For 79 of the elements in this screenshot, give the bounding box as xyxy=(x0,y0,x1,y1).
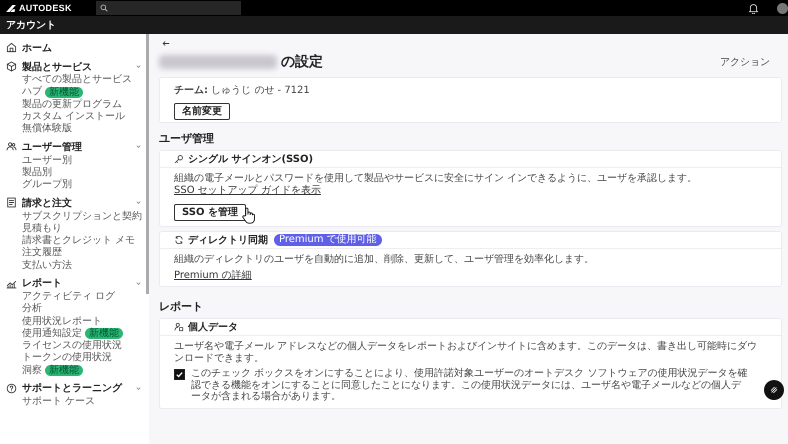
nav-section[interactable]: 製品とサービス xyxy=(6,59,146,74)
premium-badge: Premium で使用可能 xyxy=(274,234,382,246)
sync-icon xyxy=(174,235,184,245)
logo-mark-icon xyxy=(6,4,16,12)
nav-item[interactable]: 見積もり xyxy=(22,222,62,235)
nav-item[interactable]: サポート ケース xyxy=(22,396,96,408)
premium-link[interactable]: Premium の詳細 xyxy=(174,270,252,281)
chevron-icon xyxy=(135,63,142,70)
document-icon xyxy=(6,197,17,208)
nav-item[interactable]: すべての製品とサービス xyxy=(22,74,132,86)
nav-item[interactable]: 製品の更新プログラム xyxy=(22,98,122,111)
chevron-icon xyxy=(135,143,142,150)
nav-item[interactable]: ハブ xyxy=(22,86,42,98)
card-title: 個人データ xyxy=(188,320,238,334)
help-icon xyxy=(6,382,17,394)
brand-name: AUTODESK xyxy=(19,3,72,13)
card-title: ディレクトリ同期 xyxy=(188,234,268,247)
cube-icon xyxy=(6,61,17,72)
nav-section-label: ホーム xyxy=(22,42,52,54)
card-title: シングル サインオン(SSO) xyxy=(188,153,314,166)
description-text: 組織のディレクトリのユーザを自動的に追加、削除、更新して、ユーザ管理を効率化します。 xyxy=(174,254,594,266)
section-heading: ユーザ管理 xyxy=(159,131,215,146)
nav-section[interactable]: ユーザー管理 xyxy=(6,139,146,154)
nav-section[interactable]: サポートとラーニング xyxy=(6,380,146,396)
nav-item[interactable]: 洞察 xyxy=(22,364,42,377)
new-badge: 新機能 xyxy=(45,365,83,376)
nav-item[interactable]: グループ別 xyxy=(22,179,72,192)
nav-item[interactable]: ユーザー別 xyxy=(22,154,72,167)
search-field[interactable] xyxy=(96,1,241,15)
stripes-icon xyxy=(768,384,780,396)
nav-item[interactable]: アクティビティ ログ xyxy=(22,291,116,303)
checkbox-label: このチェック ボックスをオンにすることにより、使用許諾対象ユーザーのオートデスク ソフトウェアの使用状況データを確認できる機能をオンにすることに同意したことになります。この使用状況データには、ユーザ名や電子メールなどの個人データが含まれる場合があります。 xyxy=(191,368,748,402)
new-badge: 新機能 xyxy=(45,86,83,98)
nav-section-label: レポート xyxy=(22,277,62,290)
new-badge: 新機能 xyxy=(85,328,123,340)
autodesk-logo[interactable]: AUTODESK xyxy=(6,3,72,13)
chevron-icon xyxy=(135,280,142,287)
account-title: アカウント xyxy=(6,19,56,32)
nav-item[interactable]: 分析 xyxy=(22,303,42,316)
nav-section-label: 請求と注文 xyxy=(22,196,72,210)
nav-item[interactable]: 無償体験版 xyxy=(22,123,72,136)
setup-guide-link[interactable]: SSO セットアップ ガイドを表示 xyxy=(174,184,321,196)
avatar-icon[interactable] xyxy=(777,2,788,14)
nav-section-label: サポートとラーニング xyxy=(22,382,122,396)
chevron-icon xyxy=(135,384,142,392)
section-heading: レポート xyxy=(159,299,204,314)
people-icon xyxy=(6,141,17,152)
page-title: の設定 xyxy=(281,53,323,71)
nav-section-label: 製品とサービス xyxy=(22,60,92,74)
nav-item[interactable]: 請求書とクレジット メモ xyxy=(22,235,136,248)
actions-menu[interactable]: アクション xyxy=(720,55,770,69)
nav-item[interactable]: 注文履歴 xyxy=(22,247,62,260)
scrollbar[interactable] xyxy=(146,34,149,294)
nav-item[interactable]: ライセンスの使用状況 xyxy=(22,340,122,352)
key-icon xyxy=(174,154,184,164)
nav-section-label: ユーザー管理 xyxy=(22,140,82,154)
nav-item[interactable]: 使用通知設定 xyxy=(22,328,82,340)
team-name: チーム: しゅうじ のせ - 7121 xyxy=(174,85,310,97)
hand-cursor-icon xyxy=(242,207,255,224)
rename-button[interactable]: 名前変更 xyxy=(174,103,230,120)
nav-item[interactable]: 支払い方法 xyxy=(22,260,72,272)
description-text: 組織の電子メールとパスワードを使用して製品やサービスに安全にサイン インできるように、ユーザを承認します。 xyxy=(174,173,698,184)
nav-item[interactable]: 使用状況レポート xyxy=(22,316,102,328)
manage-sso-button[interactable]: SSO を管理 xyxy=(174,204,246,221)
house-icon xyxy=(6,42,17,53)
bell-icon[interactable] xyxy=(748,2,759,14)
nav-item[interactable]: トークンの使用状況 xyxy=(22,352,112,364)
checkbox[interactable] xyxy=(174,369,185,380)
nav-section[interactable]: ホーム xyxy=(6,40,146,55)
search-icon xyxy=(100,4,108,12)
nav-item[interactable]: サブスクリプションと契約 xyxy=(22,210,142,223)
chevron-icon xyxy=(135,199,142,206)
nav-item[interactable]: 製品別 xyxy=(22,166,52,179)
back-arrow-icon[interactable] xyxy=(162,40,170,47)
nav-section[interactable]: 請求と注文 xyxy=(6,195,146,210)
description-text: ユーザ名や電子メール アドレスなどの個人データをレポートおよびインサイトに含めます。このデータは、書き出し可能時にダウンロードできます。 xyxy=(174,341,758,364)
nav-item[interactable]: カスタム インストール xyxy=(22,111,126,124)
person-icon xyxy=(174,322,184,332)
nav-section[interactable]: レポート xyxy=(6,276,146,291)
